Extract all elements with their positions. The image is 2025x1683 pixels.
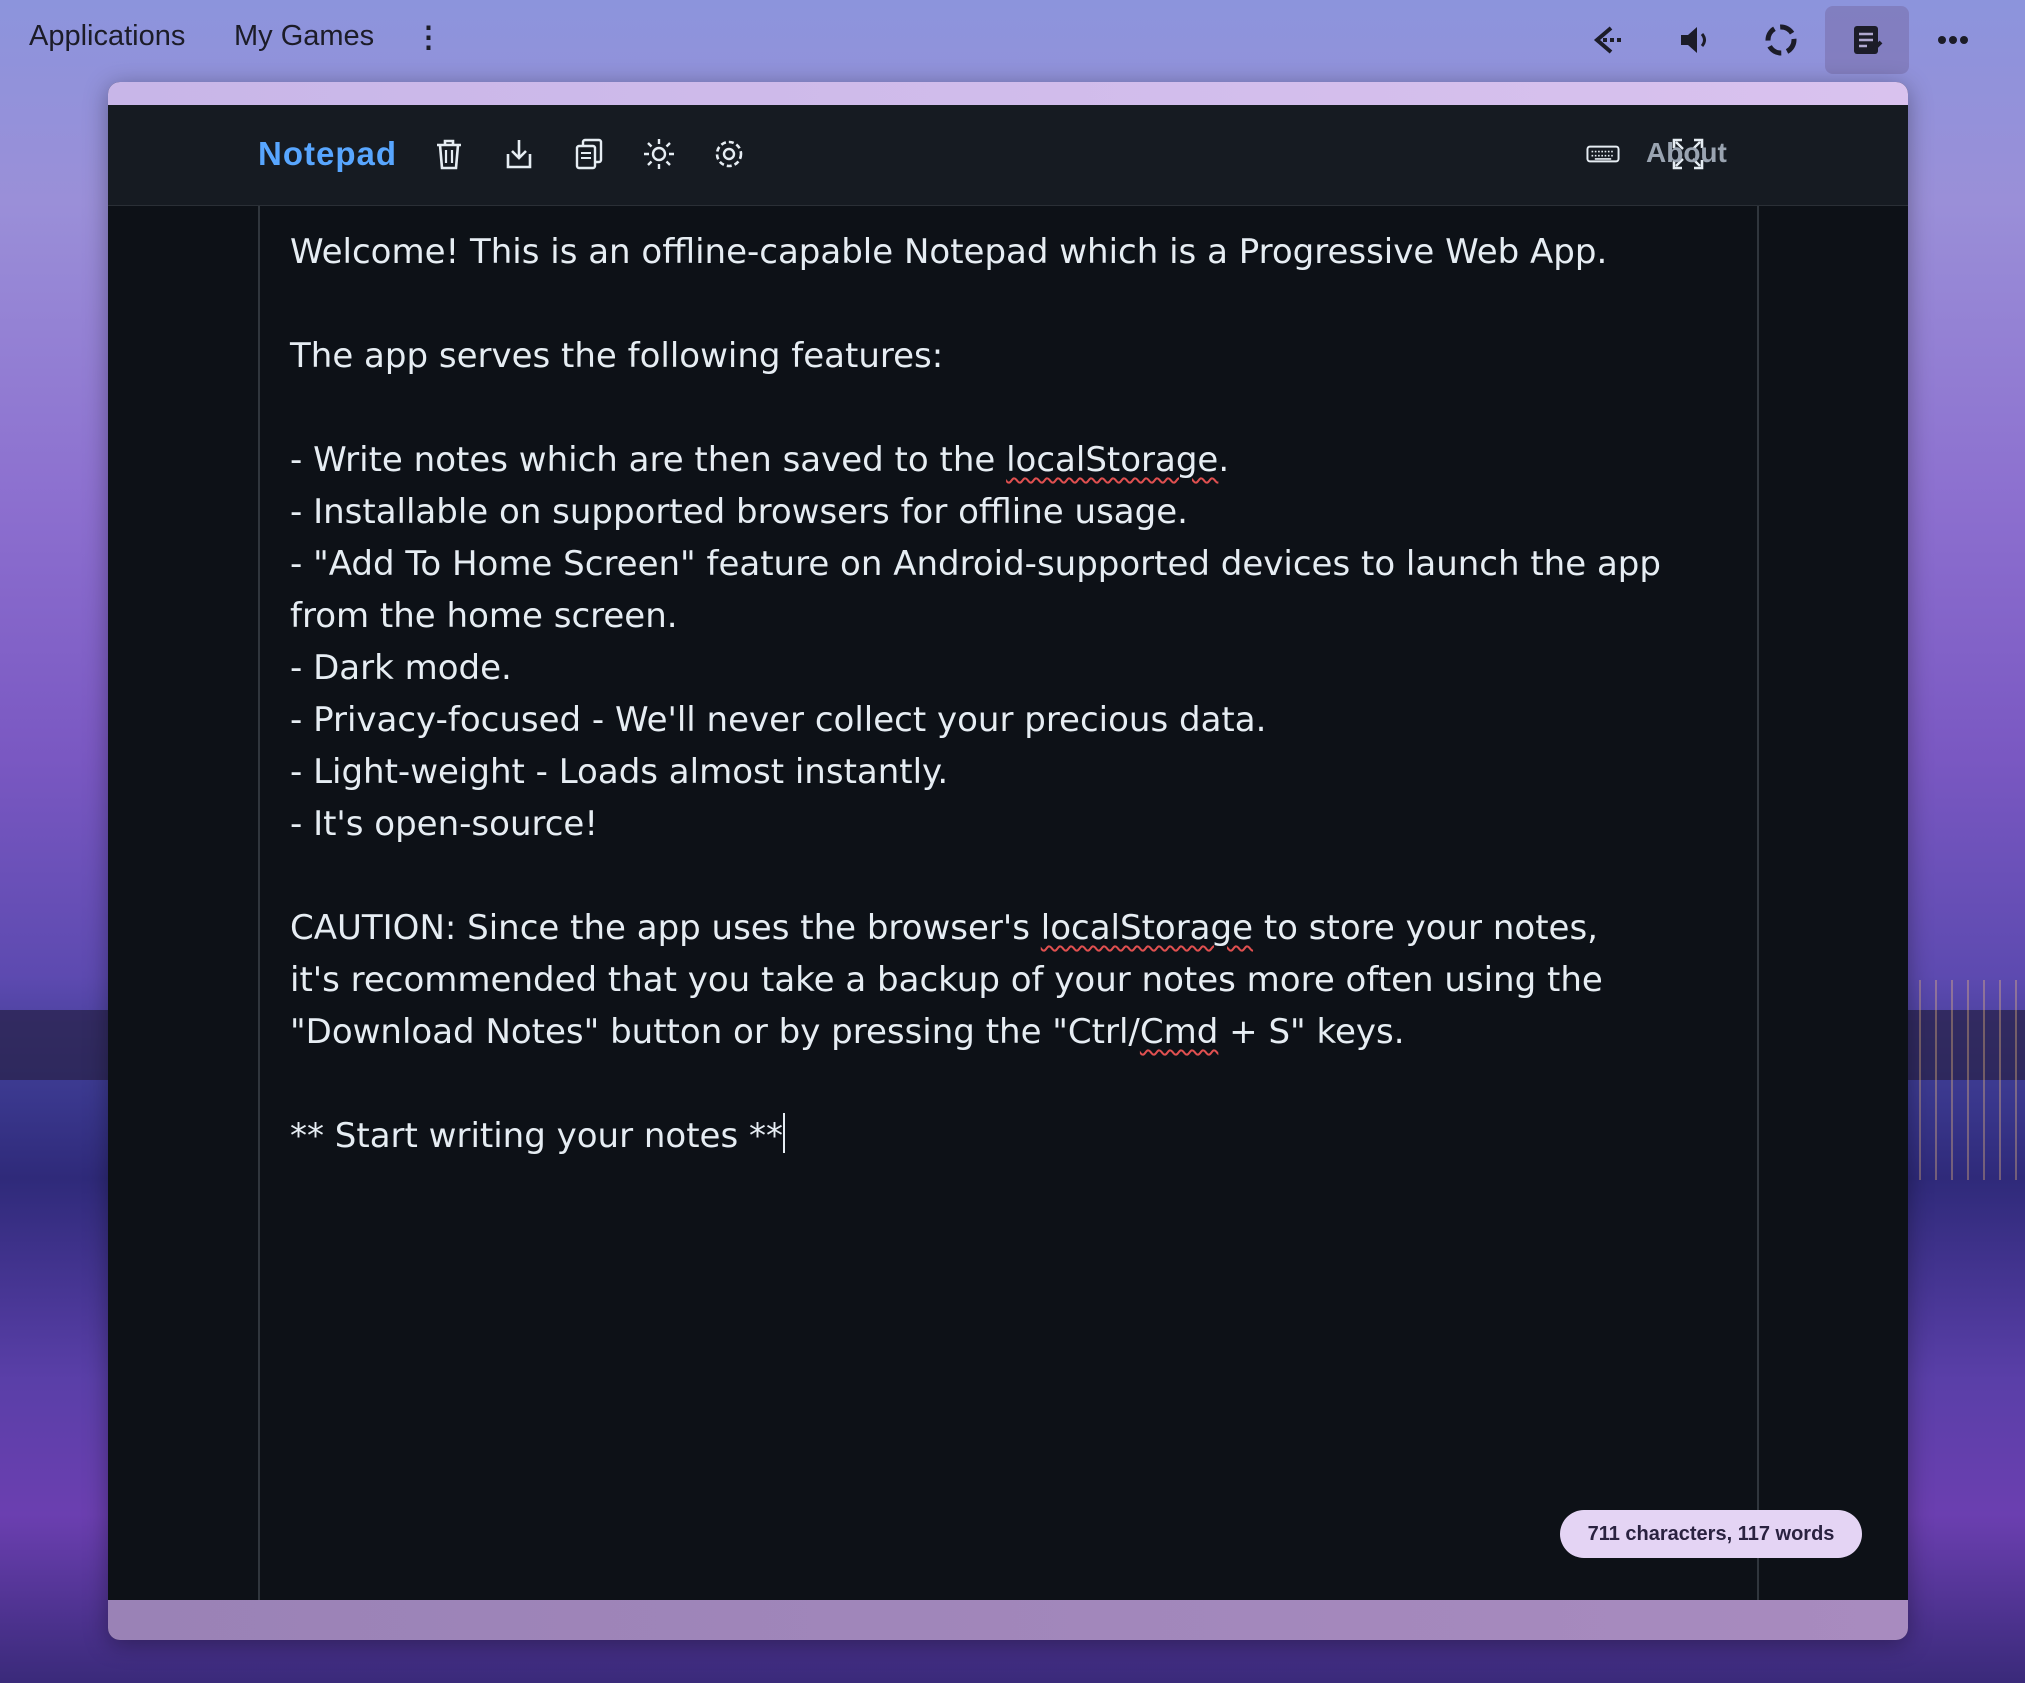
background-shore-left <box>0 1010 110 1080</box>
app-toolbar: Notepad About <box>108 105 1908 206</box>
note-line: The app serves the following features: <box>290 336 944 376</box>
note-line: it's recommended that you take a backup … <box>290 960 1603 1000</box>
volume-icon[interactable] <box>1653 6 1737 74</box>
background-lights <box>1905 980 2025 1180</box>
note-line: - "Add To Home Screen" feature on Androi… <box>290 544 1672 636</box>
note-text[interactable]: Welcome! This is an offline-capable Note… <box>290 226 1730 1162</box>
note-line: CAUTION: Since the app uses the browser'… <box>290 908 1598 948</box>
sun-icon[interactable] <box>639 134 679 174</box>
note-line: - Dark mode. <box>290 648 512 688</box>
note-editor[interactable]: Welcome! This is an offline-capable Note… <box>258 206 1862 1600</box>
keyboard-icon[interactable] <box>1581 134 1625 174</box>
text-caret <box>783 1113 785 1153</box>
menu-my-games[interactable]: My Games <box>234 20 374 53</box>
word-count-badge: 711 characters, 117 words <box>1560 1510 1862 1558</box>
note-line: Welcome! This is an offline-capable Note… <box>290 232 1608 272</box>
back-arrow-icon[interactable] <box>1567 6 1651 74</box>
about-link[interactable]: About <box>1646 137 1727 169</box>
download-icon[interactable] <box>499 134 539 174</box>
editor-area: Welcome! This is an offline-capable Note… <box>108 206 1908 1600</box>
system-top-bar: Applications My Games ⋮ <box>0 0 2025 80</box>
more-icon[interactable] <box>1911 6 1995 74</box>
note-line: - Light-weight - Loads almost instantly. <box>290 752 949 792</box>
menu-applications[interactable]: Applications <box>29 20 185 53</box>
menu-more-vertical[interactable]: ⋮ <box>414 20 443 55</box>
misspelled-word[interactable]: localStorage <box>1006 440 1218 480</box>
window-bottom-bar <box>108 1600 1908 1640</box>
refresh-icon[interactable] <box>1739 6 1823 74</box>
note-line: - Write notes which are then saved to th… <box>290 440 1230 480</box>
notepad-window: Notepad About Welcome! This is an offlin… <box>108 82 1908 1640</box>
note-line: "Download Notes" button or by pressing t… <box>290 1012 1405 1052</box>
gear-icon[interactable] <box>709 134 749 174</box>
note-line: - It's open-source! <box>290 804 598 844</box>
misspelled-word[interactable]: Cmd <box>1140 1012 1218 1052</box>
misspelled-word[interactable]: localStorage <box>1041 908 1253 948</box>
trash-icon[interactable] <box>429 134 469 174</box>
window-titlebar[interactable] <box>108 82 1908 105</box>
note-line: - Privacy-focused - We'll never collect … <box>290 700 1267 740</box>
app-brand[interactable]: Notepad <box>258 135 397 173</box>
note-line: ** Start writing your notes ** <box>290 1116 783 1156</box>
notepad-icon[interactable] <box>1825 6 1909 74</box>
note-line: - Installable on supported browsers for … <box>290 492 1188 532</box>
copy-icon[interactable] <box>569 134 609 174</box>
